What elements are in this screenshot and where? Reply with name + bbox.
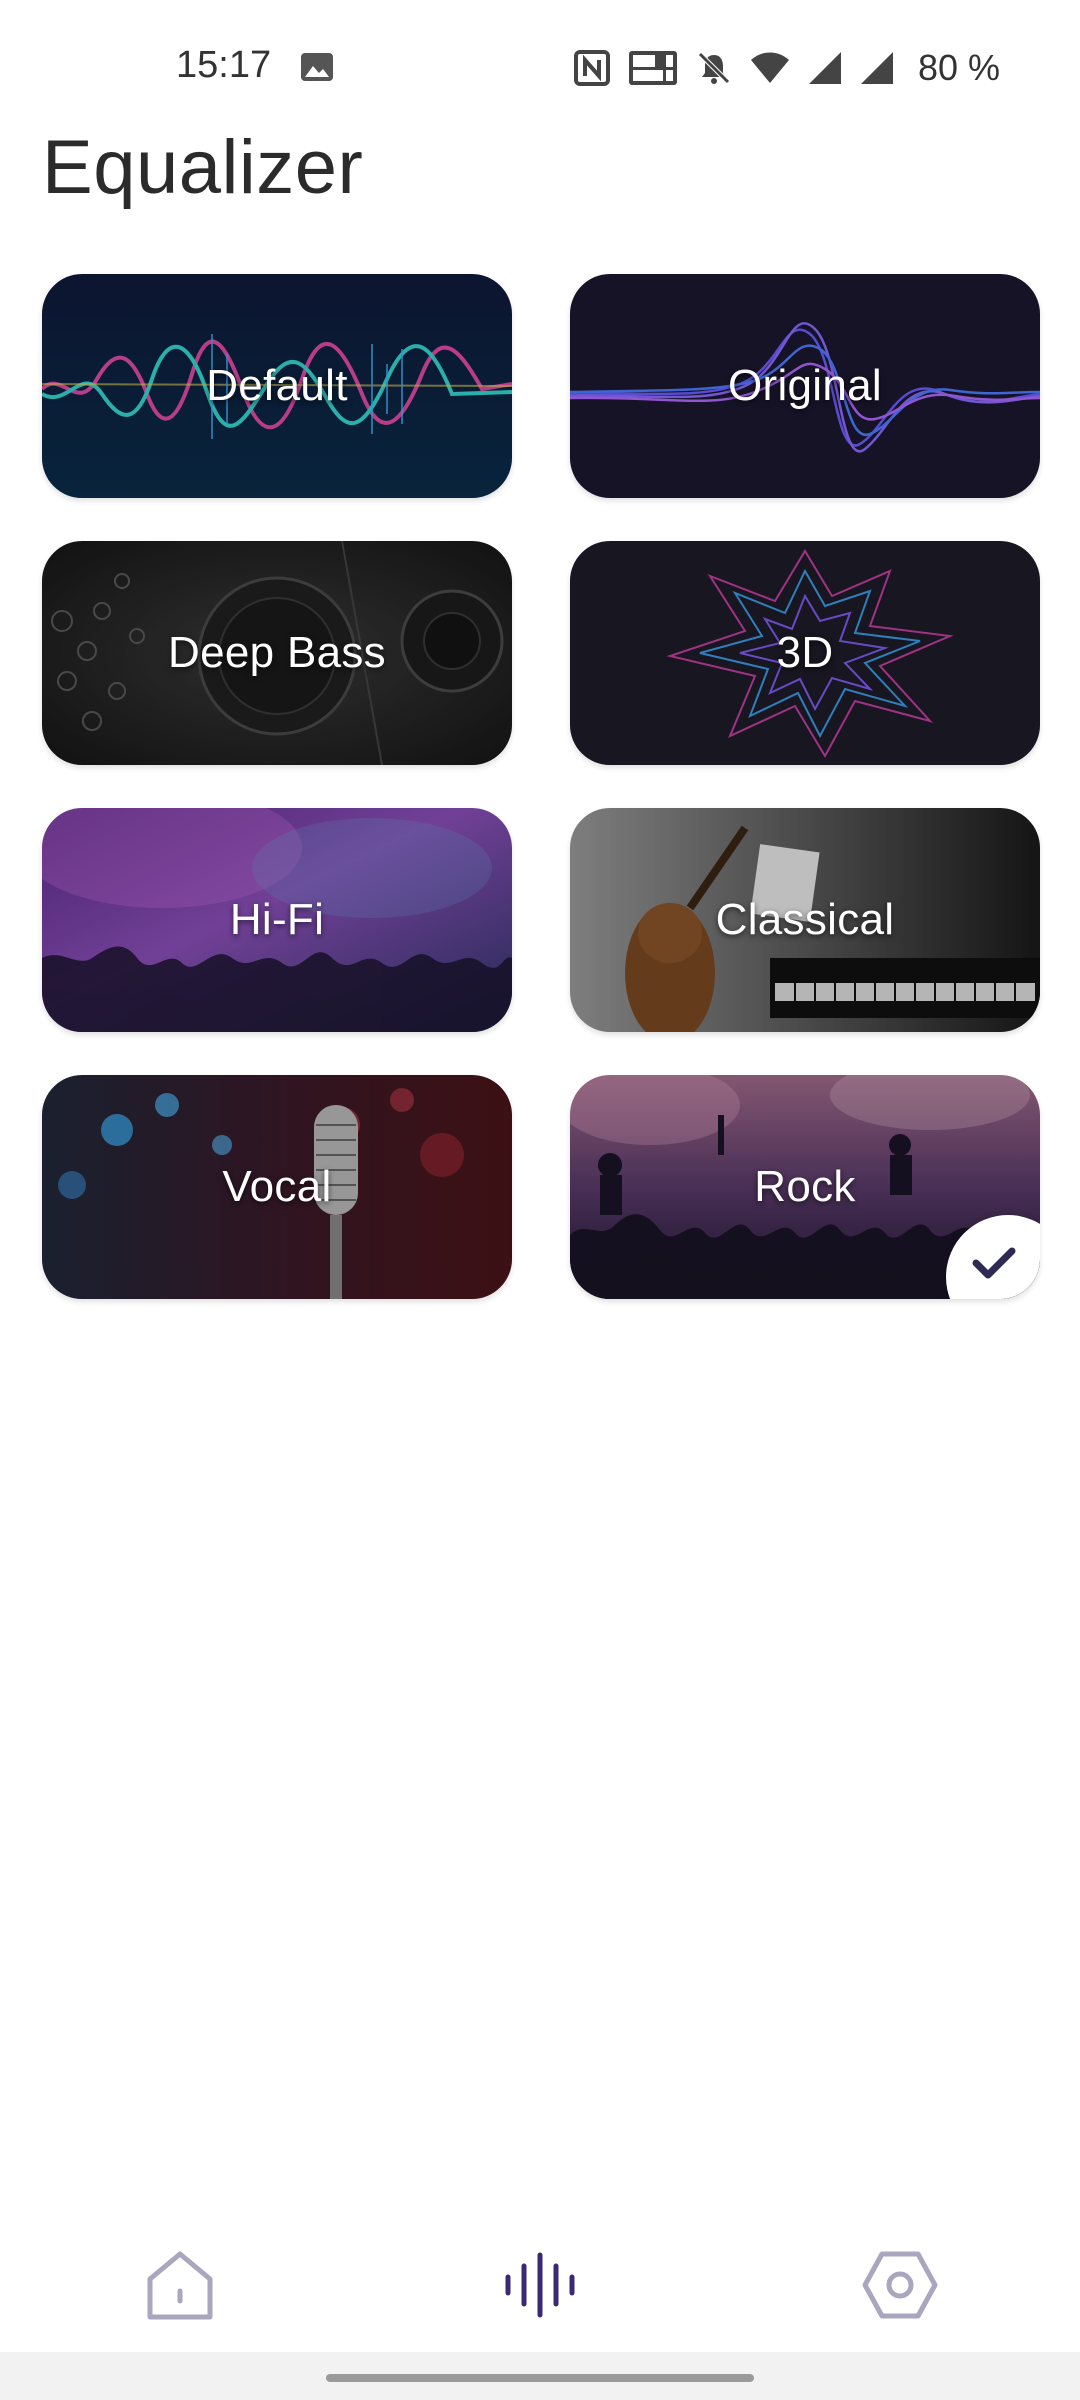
preset-card-original[interactable]: Original bbox=[570, 274, 1040, 498]
bottom-navigation bbox=[0, 2230, 1080, 2340]
signal-icon-2 bbox=[860, 52, 893, 84]
gallery-icon bbox=[301, 53, 333, 81]
preset-card-rock[interactable]: Rock bbox=[570, 1075, 1040, 1299]
preset-label: Hi-Fi bbox=[229, 895, 325, 944]
preset-card-deep-bass[interactable]: Deep Bass bbox=[42, 541, 512, 765]
status-icons: 80 % bbox=[573, 46, 1000, 90]
preset-label: Classical bbox=[715, 895, 895, 944]
signal-icon bbox=[808, 52, 841, 84]
wifi-icon bbox=[750, 52, 789, 83]
nfc-icon bbox=[573, 50, 610, 86]
preset-card-hi-fi[interactable]: Hi-Fi bbox=[42, 808, 512, 1032]
preset-card-classical[interactable]: Classical bbox=[570, 808, 1040, 1032]
nav-settings[interactable] bbox=[840, 2230, 960, 2340]
page-title: Equalizer bbox=[42, 125, 364, 210]
preset-label: Deep Bass bbox=[168, 628, 386, 677]
equalizer-icon bbox=[505, 2252, 575, 2318]
nav-home[interactable] bbox=[120, 2230, 240, 2340]
checkmark-icon bbox=[972, 1247, 1016, 1279]
nav-equalizer[interactable] bbox=[480, 2230, 600, 2340]
preset-grid: Default Original Deep Bass 3D Hi-Fi Clas… bbox=[42, 274, 1040, 1299]
preset-card-vocal[interactable]: Vocal bbox=[42, 1075, 512, 1299]
preset-card-default[interactable]: Default bbox=[42, 274, 512, 498]
mute-icon bbox=[698, 52, 730, 84]
preset-label: Original bbox=[727, 361, 882, 410]
volte-icon bbox=[628, 51, 677, 85]
status-time: 15:17 bbox=[176, 44, 272, 86]
preset-label: Rock bbox=[754, 1162, 856, 1211]
gesture-navigation-area bbox=[0, 2352, 1080, 2400]
home-icon bbox=[147, 2251, 213, 2320]
preset-label: 3D bbox=[776, 628, 834, 677]
settings-icon bbox=[862, 2251, 938, 2319]
preset-card-3d[interactable]: 3D bbox=[570, 541, 1040, 765]
preset-label: Default bbox=[206, 361, 348, 410]
preset-label: Vocal bbox=[222, 1162, 332, 1211]
gesture-handle[interactable] bbox=[326, 2374, 754, 2382]
battery-percentage: 80 % bbox=[917, 47, 1000, 88]
status-bar: 15:17 80 % bbox=[0, 0, 1080, 120]
